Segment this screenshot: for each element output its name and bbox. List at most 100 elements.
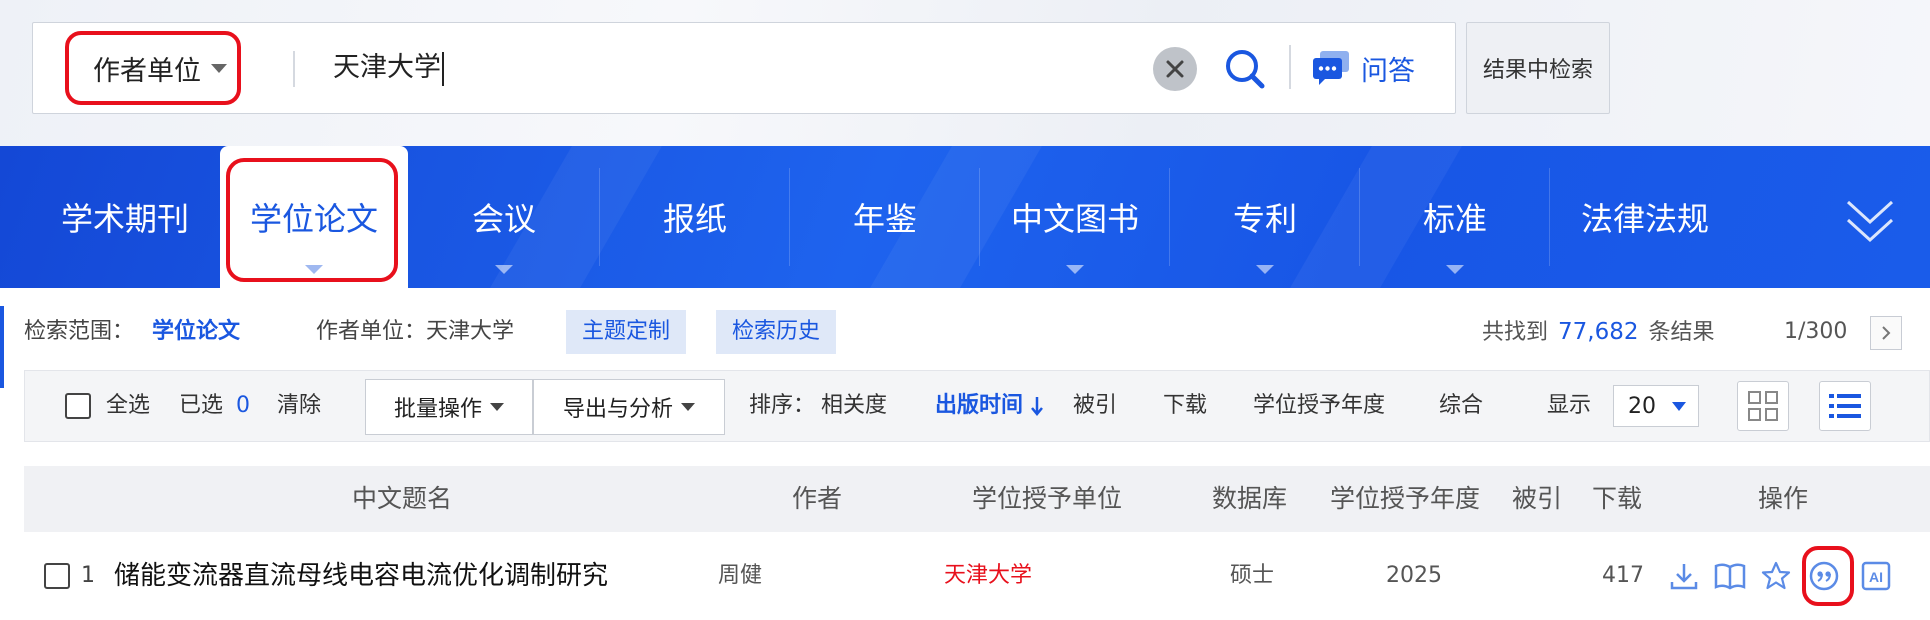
search-scope-row: 检索范围： 学位论文 作者单位：天津大学 主题定制 检索历史 共找到 77,682… [0,306,1930,388]
next-page-button[interactable] [1870,316,1902,350]
search-field-label: 作者单位 [93,55,201,87]
tab-label: 学位论文 [249,200,378,238]
scope-author-unit: 作者单位：天津大学 [316,319,515,344]
checkbox[interactable] [44,563,70,589]
tab-laws[interactable]: 法律法规 [1550,146,1740,288]
quote-icon [1809,561,1839,591]
search-within-results-button[interactable]: 结果中检索 [1466,22,1610,114]
clear-selection-button[interactable]: 清除 [277,371,321,441]
cite-button[interactable] [1806,558,1842,594]
clear-search-button[interactable] [1153,47,1197,91]
ai-icon: AI [1861,561,1891,591]
tab-journals[interactable]: 学术期刊 [30,146,220,288]
tab-label: 会议 [471,200,536,238]
column-cited: 被引 [1512,484,1563,513]
database-tab-bar: 学术期刊 学位论文 会议 报纸 年鉴 中文图书 专利 标准 法律法规 [0,146,1930,288]
search-icon [1226,50,1265,89]
row-index: 1 [81,563,95,588]
sort-download[interactable]: 下载 [1163,371,1207,441]
ask-button[interactable]: 问答 [1311,43,1415,93]
result-count-suffix: 条结果 [1648,320,1715,345]
page-size-select[interactable]: 20 [1613,385,1699,427]
tab-newspapers[interactable]: 报纸 [600,146,790,288]
column-unit: 学位授予单位 [972,484,1123,513]
sort-degree-year[interactable]: 学位授予年度 [1253,371,1385,441]
search-field-select[interactable]: 作者单位 [65,31,241,105]
download-button[interactable] [1666,558,1702,594]
list-view-button[interactable] [1819,381,1871,431]
row-degree-year: 2025 [1386,563,1442,588]
search-band: 作者单位 天津大学 问答 结果中检索 [0,0,1930,146]
ai-label: AI [1869,569,1883,585]
caret-down-icon [1446,265,1464,274]
tab-chinese-books[interactable]: 中文图书 [980,146,1170,288]
star-icon [1761,561,1791,590]
column-author: 作者 [792,484,843,513]
search-input-value: 天津大学 [333,52,441,83]
export-analysis-dropdown[interactable]: 导出与分析 [533,379,725,435]
tab-label: 专利 [1232,200,1297,238]
tab-standards[interactable]: 标准 [1360,146,1550,288]
ask-label: 问答 [1361,55,1415,87]
tab-conferences[interactable]: 会议 [408,146,600,288]
result-count-number: 77,682 [1558,319,1639,345]
tab-yearbooks[interactable]: 年鉴 [790,146,980,288]
topic-custom-button[interactable]: 主题定制 [566,310,687,354]
search-input[interactable]: 天津大学 [333,45,444,91]
close-icon [1166,60,1184,78]
result-count-prefix: 共找到 [1482,320,1549,345]
sort-label: 排序： [749,393,816,418]
results-toolbar: 全选 已选 0 清除 批量操作 导出与分析 排序： 相关度 出版时间 被引 下载… [24,370,1930,442]
table-row: 1 储能变流器直流母线电容电流优化调制研究 周健 天津大学 硕士 2025 41… [24,536,1930,616]
row-author-link[interactable]: 周健 [718,536,762,616]
scope-value: 学位论文 [152,319,241,344]
expand-more-icon[interactable] [1844,196,1896,248]
arrow-down-icon [1031,397,1043,416]
chevron-right-icon [1882,326,1891,340]
row-select[interactable]: 1 [44,536,95,616]
sort-pubtime[interactable]: 出版时间 [935,371,1044,441]
page-size-value: 20 [1628,393,1656,419]
chevron-down-icon [211,63,227,73]
row-title-link[interactable]: 储能变流器直流母线电容电流优化调制研究 [114,536,608,616]
divider [1289,45,1291,89]
sort-relevance[interactable]: 相关度 [821,371,887,441]
search-box: 作者单位 天津大学 问答 [32,22,1456,114]
results-table-header: 中文题名 作者 学位授予单位 数据库 学位授予年度 被引 下载 操作 [24,466,1930,532]
grid-view-button[interactable] [1737,381,1789,431]
download-icon [1670,564,1698,590]
favorite-button[interactable] [1758,558,1794,594]
page-indicator: 1/300 [1784,319,1848,344]
search-history-button[interactable]: 检索历史 [716,310,837,354]
read-online-button[interactable] [1712,558,1748,594]
batch-operations-dropdown[interactable]: 批量操作 [365,379,533,435]
book-icon [1714,563,1746,590]
list-icon [1829,394,1861,418]
grid-icon [1748,391,1778,421]
caret-down-icon [1066,265,1084,274]
sort-overall[interactable]: 综合 [1439,371,1483,441]
tab-label: 中文图书 [1010,200,1139,238]
checkbox[interactable] [65,393,91,419]
tab-dissertations[interactable]: 学位论文 [220,146,408,288]
row-database: 硕士 [1230,563,1275,588]
ai-assistant-button[interactable]: AI [1858,558,1894,594]
accent-bar [0,306,4,388]
divider [293,51,295,87]
sort-cited[interactable]: 被引 [1073,371,1117,441]
select-all[interactable]: 全选 [65,371,150,441]
row-download-count: 417 [1602,563,1644,588]
tab-label: 法律法规 [1580,200,1709,238]
sort-pubtime-label: 出版时间 [935,393,1024,418]
export-label: 导出与分析 [562,397,673,422]
tab-patents[interactable]: 专利 [1170,146,1360,288]
batch-label: 批量操作 [393,397,482,422]
column-database: 数据库 [1212,484,1288,513]
text-cursor [442,51,444,86]
caret-down-icon [305,265,323,274]
column-download: 下载 [1592,484,1643,513]
search-button[interactable] [1221,45,1269,93]
row-unit-link[interactable]: 天津大学 [944,536,1032,616]
column-degree-year: 学位授予年度 [1330,484,1481,513]
tab-label: 报纸 [662,200,727,238]
